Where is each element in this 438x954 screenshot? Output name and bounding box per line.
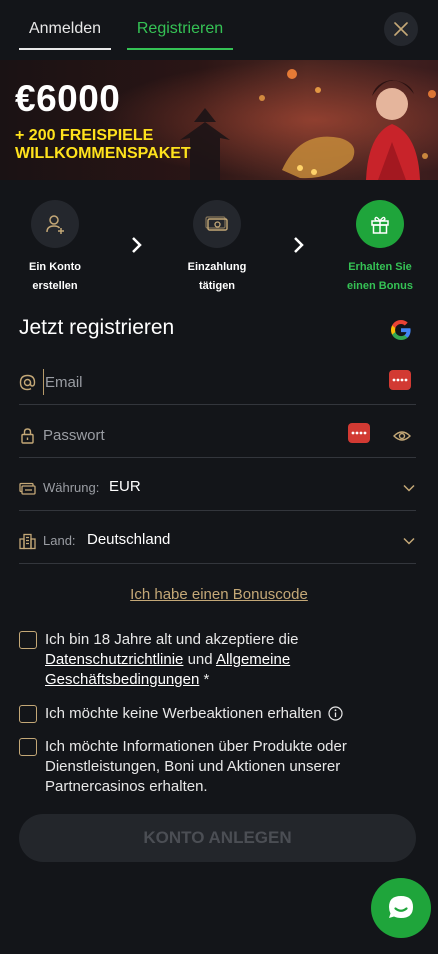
promo-banner: €6000 + 200 FREISPIELE WILLKOMMENSPAKET: [0, 60, 438, 180]
step-label-line: tätigen: [198, 280, 236, 292]
form-title: Jetzt registrieren: [19, 316, 175, 339]
bonus-amount: €6000: [15, 78, 121, 119]
step-circle: [356, 200, 404, 248]
country-value: Deutschland: [87, 531, 171, 548]
password-field: [19, 413, 416, 458]
step-label: Erhalten Sie einen Bonus: [330, 258, 430, 296]
step-label: Ein Konto erstellen: [5, 258, 105, 296]
at-icon: [19, 374, 36, 391]
chevron-right-icon: [132, 237, 142, 253]
step-label: Einzahlung tätigen: [167, 258, 267, 296]
step-label-line: einen Bonus: [346, 280, 413, 292]
bonus-code-link[interactable]: Ich habe einen Bonuscode: [0, 586, 438, 603]
create-account-button[interactable]: KONTO ANLEGEN: [19, 814, 416, 862]
close-button[interactable]: [384, 12, 418, 46]
password-manager-icon[interactable]: [389, 370, 411, 390]
step-label-line: erstellen: [32, 280, 78, 292]
country-label: Land:: [43, 533, 76, 548]
step-label-line: Erhalten Sie: [348, 261, 412, 273]
bonus-subtitle: + 200 FREISPIELE WILLKOMMENSPAKET: [15, 127, 245, 163]
info-icon[interactable]: [327, 706, 343, 721]
step-get-bonus: Erhalten Sie einen Bonus: [330, 196, 430, 296]
chevron-down-icon: [403, 537, 415, 545]
terms-text-part: und: [183, 651, 216, 668]
dots-icon: [392, 378, 408, 382]
chat-icon: [389, 896, 413, 918]
dots-icon: [351, 431, 367, 435]
step-label-line: Ein Konto: [29, 261, 81, 273]
money-icon: [205, 216, 228, 231]
bonus-subtitle-line2: WILLKOMMENSPAKET: [15, 145, 191, 162]
tab-login[interactable]: Anmelden: [19, 10, 111, 50]
step-circle: [31, 200, 79, 248]
general-terms-link[interactable]: Allgemeine: [216, 651, 290, 668]
partner-info-text: Ich möchte Informationen über Produkte o…: [45, 738, 347, 795]
step-deposit: Einzahlung tätigen: [167, 196, 267, 296]
no-promos-text: Ich möchte keine Werbeaktionen erhalten: [45, 704, 419, 724]
google-icon[interactable]: [389, 318, 413, 342]
currency-icon: [19, 482, 36, 495]
show-password-icon[interactable]: [393, 430, 411, 442]
close-icon: [394, 22, 408, 36]
partner-info-checkbox[interactable]: [19, 738, 37, 756]
lock-icon: [21, 428, 34, 444]
auth-tabs: Anmelden Registrieren: [0, 0, 438, 60]
tab-register[interactable]: Registrieren: [127, 10, 233, 50]
bonus-subtitle-line1: + 200 FREISPIELE: [15, 127, 154, 144]
chevron-right-icon: [294, 237, 304, 253]
currency-label: Währung:: [43, 480, 100, 495]
currency-select[interactable]: Währung: EUR: [19, 466, 416, 511]
email-field: [19, 360, 416, 405]
terms-conditions-link[interactable]: Geschäftsbedingungen: [45, 671, 199, 688]
country-select[interactable]: Land: Deutschland: [19, 519, 416, 564]
building-icon: [19, 533, 36, 550]
terms-checkbox[interactable]: [19, 631, 37, 649]
gift-icon: [371, 216, 389, 234]
password-manager-icon[interactable]: [348, 423, 370, 443]
no-promos-checkbox[interactable]: [19, 705, 37, 723]
step-label-line: Einzahlung: [187, 261, 247, 273]
required-mark: *: [199, 671, 210, 688]
no-promos-label: Ich möchte keine Werbeaktionen erhalten: [45, 705, 322, 722]
email-input[interactable]: [43, 369, 343, 395]
terms-text: Ich bin 18 Jahre alt und akzeptiere die …: [45, 630, 419, 690]
terms-checkbox-row: Ich bin 18 Jahre alt und akzeptiere die …: [19, 630, 419, 690]
step-circle: [193, 200, 241, 248]
step-create-account: Ein Konto erstellen: [5, 196, 105, 296]
registration-steps: Ein Konto erstellen Einzahlung tätigen E…: [0, 196, 438, 296]
password-input[interactable]: [43, 422, 343, 448]
chevron-down-icon: [403, 484, 415, 492]
no-promos-checkbox-row: Ich möchte keine Werbeaktionen erhalten: [19, 704, 419, 726]
user-add-icon: [46, 215, 64, 234]
privacy-policy-link[interactable]: Datenschutzrichtlinie: [45, 651, 183, 668]
terms-text-part: Ich bin 18 Jahre alt und akzeptiere die: [45, 631, 299, 648]
live-chat-button[interactable]: [371, 878, 431, 938]
currency-value: EUR: [109, 478, 141, 495]
partner-info-checkbox-row: Ich möchte Informationen über Produkte o…: [19, 737, 419, 799]
